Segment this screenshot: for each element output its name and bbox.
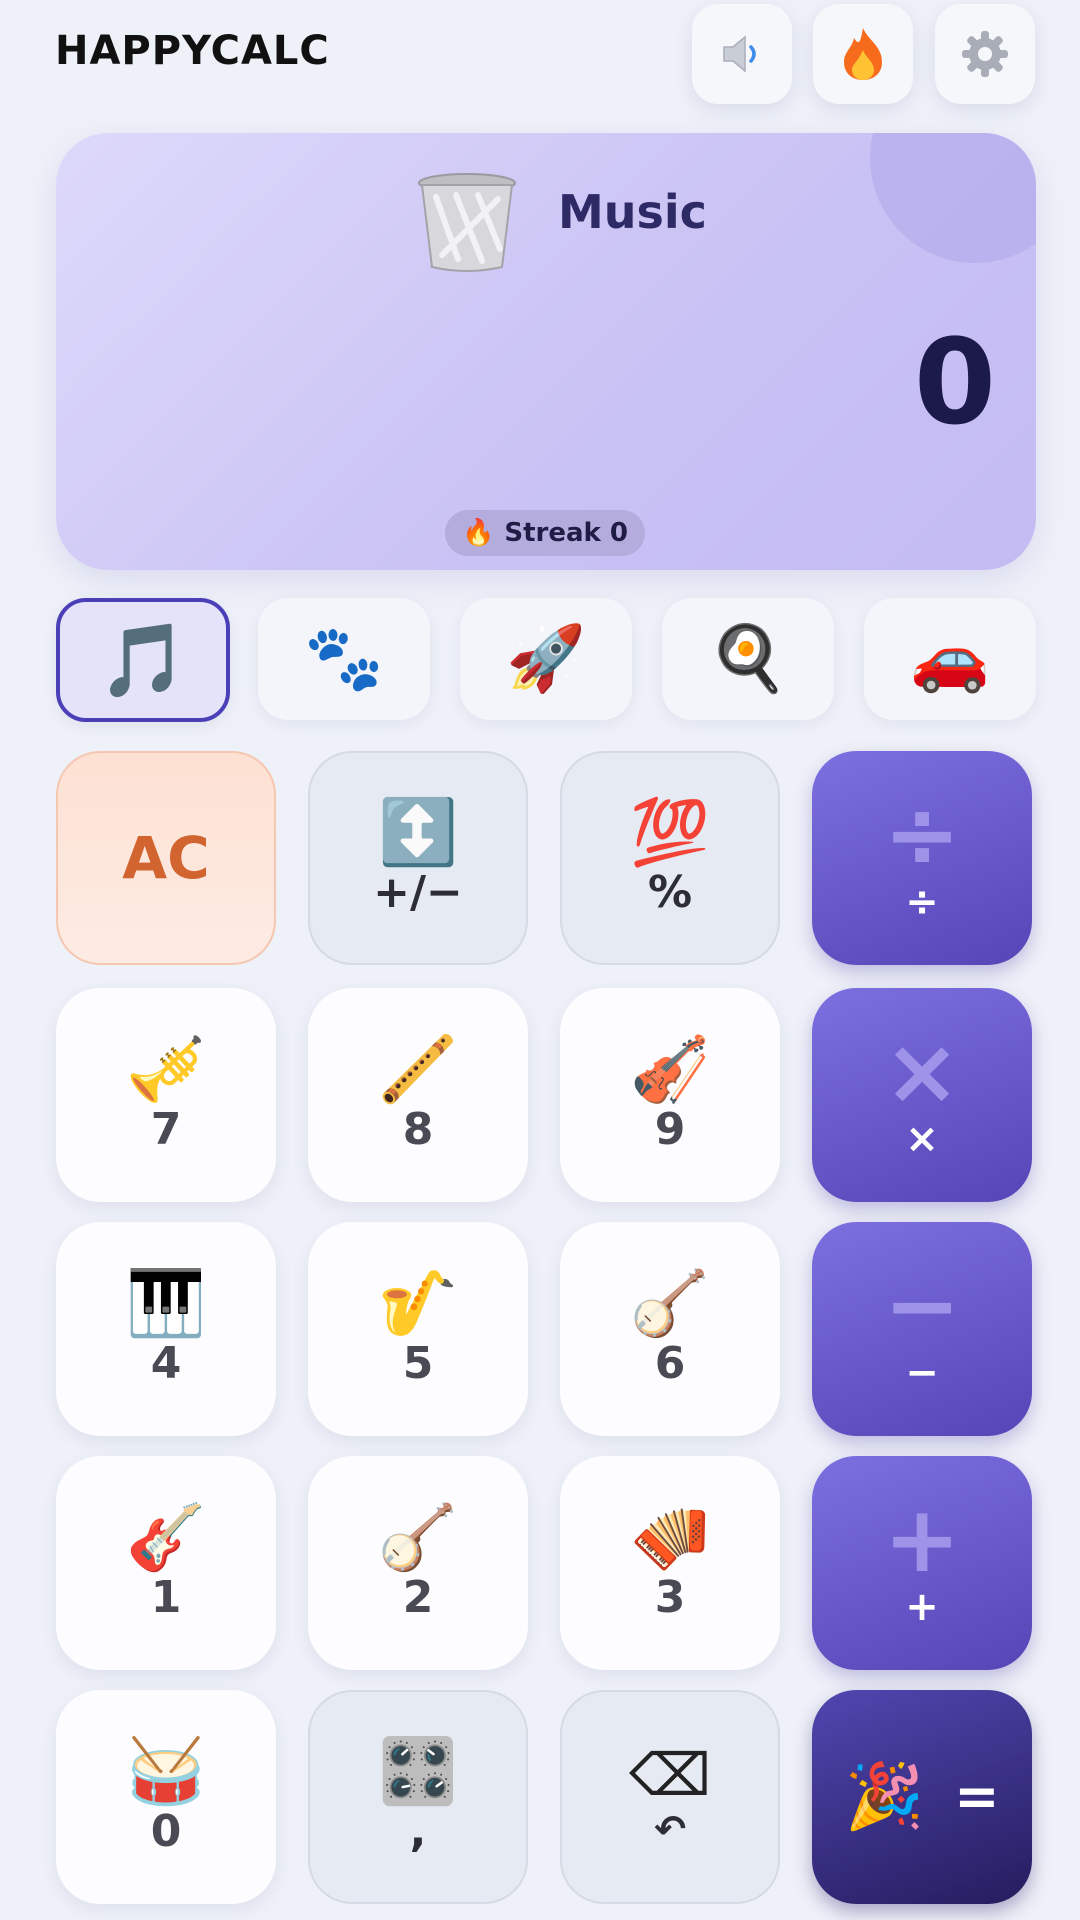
gear-icon — [962, 31, 1008, 77]
theme-tab-space[interactable]: 🚀 — [460, 598, 632, 720]
settings-button[interactable] — [935, 4, 1035, 104]
divide-label: ÷ — [905, 879, 939, 926]
paw-prints-icon: 🐾 — [304, 622, 384, 696]
divide-icon: ÷ — [883, 780, 961, 888]
subtract-button[interactable]: − − — [812, 1222, 1032, 1436]
equals-button[interactable]: 🎉 = — [812, 1690, 1032, 1904]
digit-label: 5 — [402, 1338, 434, 1389]
plus-icon: + — [883, 1485, 961, 1593]
digit-1-button[interactable]: 🎸 1 — [56, 1456, 276, 1670]
digit-4-button[interactable]: 🎹 4 — [56, 1222, 276, 1436]
app-title: HAPPYCALC — [55, 28, 330, 74]
trumpet-icon: 🎺 — [126, 1033, 206, 1107]
wastebasket-icon — [418, 173, 516, 272]
add-button[interactable]: + + — [812, 1456, 1032, 1670]
party-popper-icon: 🎉 — [844, 1760, 925, 1834]
digit-label: 4 — [150, 1338, 182, 1389]
subtract-label: − — [905, 1350, 939, 1397]
percent-label: % — [647, 867, 693, 918]
top-bar: HAPPYCALC — [0, 0, 1080, 120]
up-down-arrow-icon: ↕️ — [378, 796, 458, 870]
digit-label: 3 — [654, 1572, 686, 1623]
fire-icon: 🔥 — [462, 518, 495, 548]
backspace-button[interactable]: ⌫ ↶ — [560, 1690, 780, 1904]
decimal-label: , — [409, 1806, 427, 1857]
digit-6-button[interactable]: 🪕 6 — [560, 1222, 780, 1436]
multiply-icon: × — [883, 1017, 961, 1125]
digit-5-button[interactable]: 🎷 5 — [308, 1222, 528, 1436]
digit-7-button[interactable]: 🎺 7 — [56, 988, 276, 1202]
piano-keys-icon: 🎹 — [126, 1267, 206, 1341]
saxophone-icon: 🎷 — [378, 1267, 458, 1341]
digit-9-button[interactable]: 🎻 9 — [560, 988, 780, 1202]
equals-label: = — [954, 1765, 1000, 1828]
digit-label: 9 — [654, 1104, 686, 1155]
theme-tab-music[interactable]: 🎵 — [56, 598, 230, 722]
digit-3-button[interactable]: 🪗 3 — [560, 1456, 780, 1670]
speaker-icon — [723, 35, 756, 73]
sign-toggle-button[interactable]: ↕️ +/− — [308, 751, 528, 965]
theme-tab-vehicles[interactable]: 🚗 — [864, 598, 1036, 720]
streak-label: Streak 0 — [504, 518, 628, 548]
accordion-icon: 🪗 — [630, 1501, 710, 1575]
theme-title: Music — [558, 185, 707, 239]
backspace-icon: ⌫ — [628, 1741, 711, 1809]
digit-8-button[interactable]: 🪈 8 — [308, 988, 528, 1202]
display-value: 0 — [913, 313, 996, 451]
sign-toggle-label: +/− — [373, 867, 463, 918]
decimal-button[interactable]: 🎛️ , — [308, 1690, 528, 1904]
theme-tab-animals[interactable]: 🐾 — [258, 598, 430, 720]
violin-icon: 🎻 — [630, 1033, 710, 1107]
digit-2-button[interactable]: 🪕 2 — [308, 1456, 528, 1670]
clear-label: AC — [122, 824, 210, 892]
rocket-icon: 🚀 — [506, 622, 586, 696]
clear-button[interactable]: AC — [56, 751, 276, 965]
control-knobs-icon: 🎛️ — [378, 1735, 458, 1809]
harp-icon: 🪕 — [630, 1267, 710, 1341]
divide-button[interactable]: ÷ ÷ — [812, 751, 1032, 965]
hundred-points-icon: 💯 — [630, 796, 710, 870]
undo-label: ↶ — [654, 1807, 686, 1851]
percent-button[interactable]: 💯 % — [560, 751, 780, 965]
add-label: + — [905, 1584, 939, 1631]
drum-icon: 🥁 — [126, 1735, 206, 1809]
digit-label: 8 — [402, 1104, 434, 1155]
minus-icon: − — [883, 1251, 961, 1359]
flute-icon: 🪈 — [378, 1033, 458, 1107]
digit-0-button[interactable]: 🥁 0 — [56, 1690, 276, 1904]
frying-pan-icon: 🍳 — [708, 622, 788, 696]
streak-badge: 🔥 Streak 0 — [445, 510, 645, 556]
decorative-bubble — [870, 133, 1036, 263]
display-card: Music 0 🔥 Streak 0 — [56, 133, 1036, 570]
sound-button[interactable] — [692, 4, 792, 104]
music-notes-icon: 🎵 — [98, 618, 188, 702]
theme-tab-food[interactable]: 🍳 — [662, 598, 834, 720]
guitar-icon: 🎸 — [126, 1501, 206, 1575]
digit-label: 1 — [150, 1572, 182, 1623]
trash-button[interactable] — [412, 167, 522, 281]
multiply-button[interactable]: × × — [812, 988, 1032, 1202]
digit-label: 0 — [150, 1806, 182, 1857]
digit-label: 2 — [402, 1572, 434, 1623]
streak-button[interactable] — [813, 4, 913, 104]
multiply-label: × — [905, 1116, 939, 1163]
digit-label: 6 — [654, 1338, 686, 1389]
banjo-icon: 🪕 — [378, 1501, 458, 1575]
car-icon: 🚗 — [910, 622, 990, 696]
fire-icon — [844, 28, 882, 80]
theme-selector: 🎵 🐾 🚀 🍳 🚗 — [56, 598, 1036, 724]
digit-label: 7 — [150, 1104, 182, 1155]
